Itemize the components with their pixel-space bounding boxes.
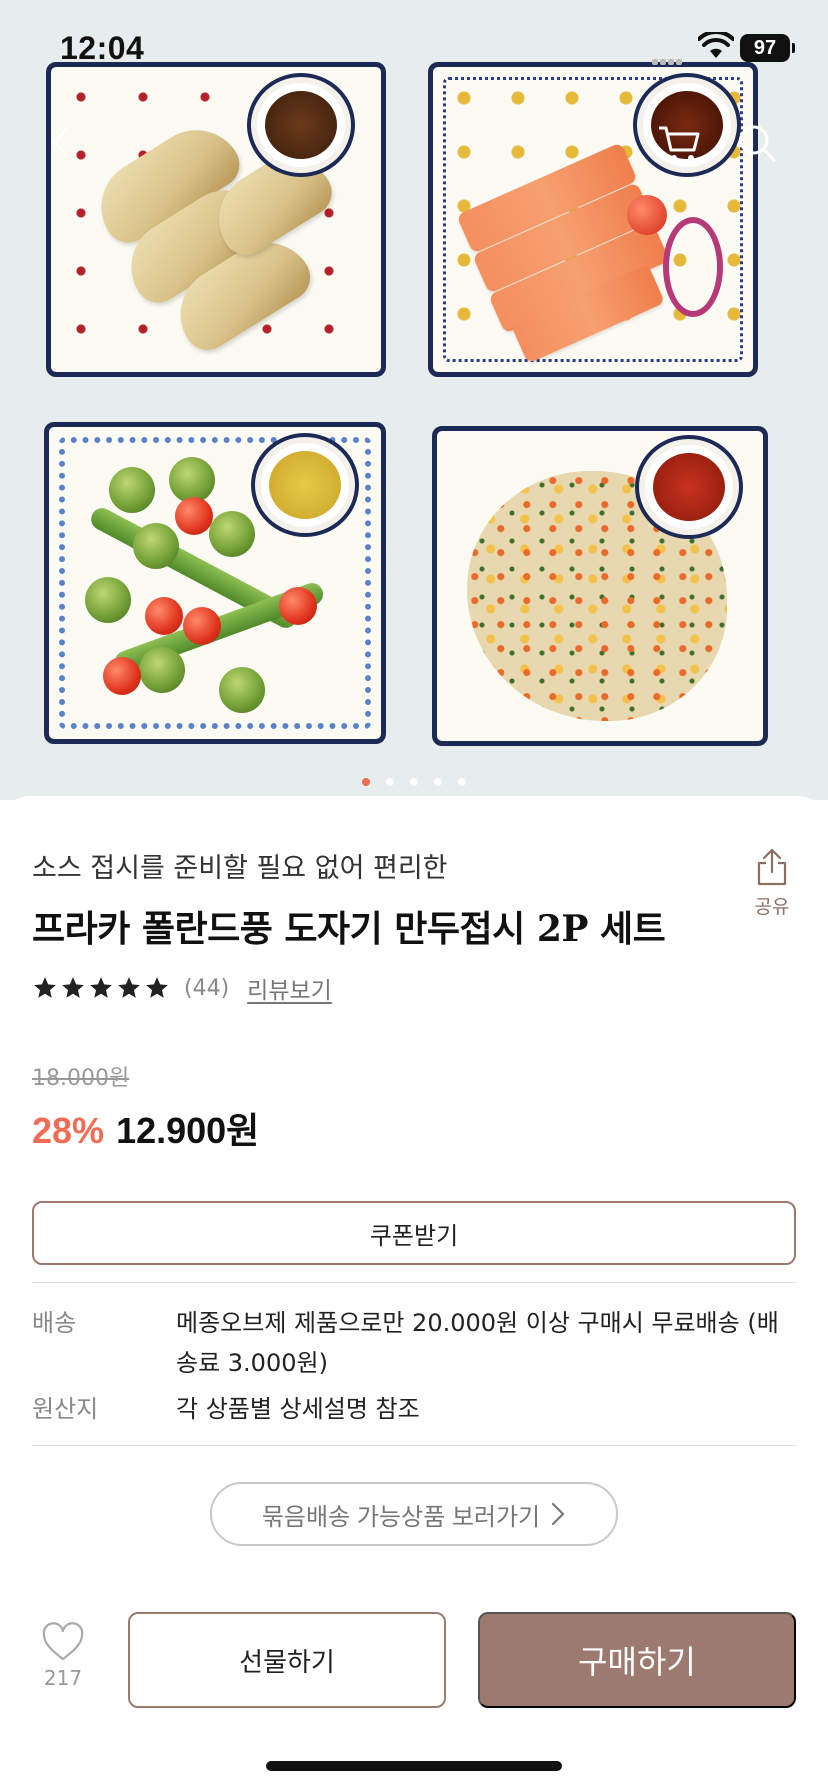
like-count: 217 <box>43 1666 83 1690</box>
wifi-icon <box>698 32 734 58</box>
coupon-button[interactable]: 쿠폰받기 <box>32 1201 796 1265</box>
heart-icon <box>42 1622 84 1661</box>
star-icon <box>118 977 140 998</box>
star-icon <box>90 977 112 998</box>
product-title: 프라카 폴란드풍 도자기 만두접시 2P 세트 <box>32 908 666 950</box>
bundle-shipping-button[interactable]: 묶음배송 가능상품 보러가기 <box>210 1482 618 1546</box>
review-link[interactable]: 리뷰보기 <box>247 971 332 1005</box>
origin-row: 원산지 각 상품별 상세설명 참조 <box>32 1389 796 1429</box>
product-photo-plate-vegetables <box>44 422 386 744</box>
product-photo-plate-salmon <box>428 62 758 377</box>
share-icon <box>757 848 787 886</box>
shipping-value: 메종오브제 제품으로만 20.000원 이상 구매시 무료배송 (배송료 3.0… <box>176 1309 779 1377</box>
product-photo-plate-fried-rice <box>432 426 768 746</box>
battery-indicator: 97 <box>740 34 795 62</box>
bundle-shipping-label: 묶음배송 가능상품 보러가기 <box>261 1503 541 1531</box>
pager-dot[interactable] <box>434 778 442 786</box>
star-rating <box>32 975 170 1001</box>
discount-rate: 28% <box>32 1110 105 1151</box>
pager-dot[interactable] <box>410 778 418 786</box>
gift-button[interactable]: 선물하기 <box>128 1612 446 1708</box>
product-info-table: 배송 메종오브제 제품으로만 20.000원 이상 구매시 무료배송 (배송료 … <box>32 1282 796 1446</box>
price-row: 28% 12.900원 <box>32 1102 259 1154</box>
pager-dot-active[interactable] <box>362 778 370 786</box>
star-icon <box>146 977 168 998</box>
star-icon <box>62 977 84 998</box>
status-time: 12:04 <box>60 30 145 66</box>
share-button[interactable]: 공유 <box>742 848 802 919</box>
buy-button[interactable]: 구매하기 <box>478 1612 796 1708</box>
pager-dot[interactable] <box>458 778 466 786</box>
original-price: 18.000원 <box>32 1066 130 1091</box>
home-indicator[interactable] <box>266 1761 562 1771</box>
bottom-action-bar: 217 선물하기 구매하기 <box>0 1600 828 1710</box>
shipping-row: 배송 메종오브제 제품으로만 20.000원 이상 구매시 무료배송 (배송료 … <box>32 1303 796 1383</box>
star-icon <box>34 977 56 998</box>
cart-icon[interactable] <box>654 118 704 168</box>
chevron-right-icon <box>552 1502 565 1526</box>
product-photo-plate-dumplings <box>46 62 386 377</box>
search-icon[interactable] <box>732 118 782 168</box>
status-bar: 12:04 97 <box>0 0 828 96</box>
share-label: 공유 <box>754 896 790 918</box>
like-button[interactable]: 217 <box>36 1622 90 1690</box>
pager-dot[interactable] <box>386 778 394 786</box>
sale-price: 12.900원 <box>116 1110 260 1151</box>
signal-icon <box>652 50 692 65</box>
origin-label: 원산지 <box>32 1395 99 1423</box>
product-subtitle: 소스 접시를 준비할 필요 없어 편리한 <box>32 853 448 884</box>
review-count: (44) <box>184 975 230 1001</box>
back-icon[interactable] <box>42 122 82 162</box>
origin-value: 각 상품별 상세설명 참조 <box>176 1395 420 1423</box>
carousel-pager <box>0 771 828 790</box>
rating-row: (44) 리뷰보기 <box>32 972 332 1004</box>
shipping-label: 배송 <box>32 1309 77 1337</box>
